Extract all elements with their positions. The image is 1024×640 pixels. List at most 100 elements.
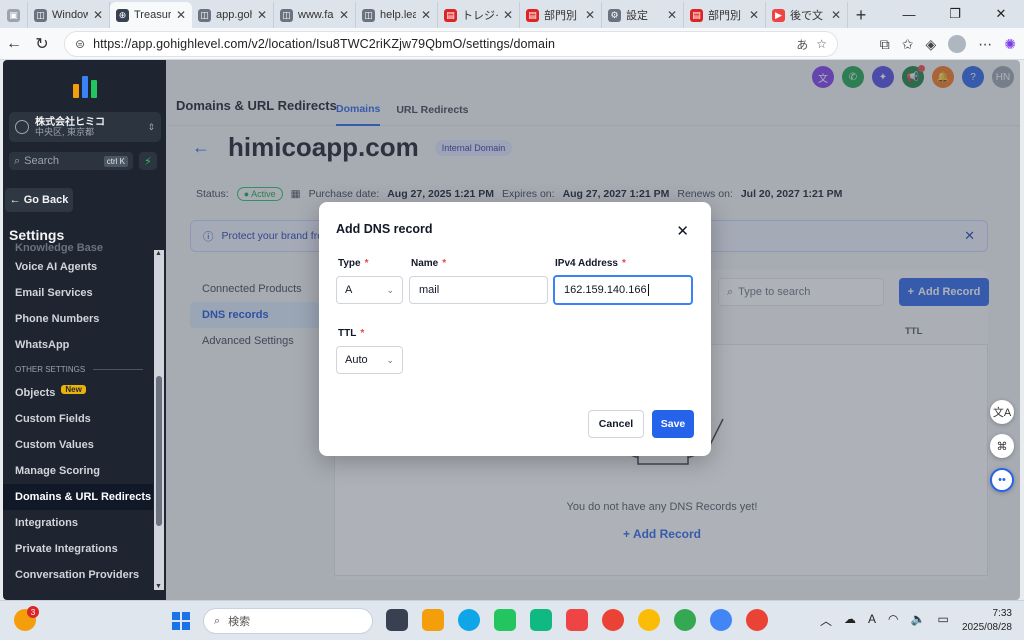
favorite-star-icon[interactable]: ☆ (816, 37, 827, 51)
quick-actions-icon[interactable]: ⚡ (139, 152, 157, 170)
collections-icon[interactable]: ◈ (925, 36, 936, 53)
chrome-profile-icon[interactable] (638, 609, 660, 631)
taskbar-search[interactable]: ⌕ 検索 (203, 608, 373, 634)
chrome-profile-icon[interactable] (710, 609, 732, 631)
restore-icon[interactable]: ❐ (932, 0, 978, 28)
sidebar-search[interactable]: ⌕ Search ctrl K (9, 152, 133, 170)
browser-tab[interactable]: ⊕ Treasure ✕ (110, 2, 192, 28)
tab-close-icon[interactable]: ✕ (585, 8, 595, 22)
tab-close-icon[interactable]: ✕ (667, 8, 677, 22)
chrome-profile-icon[interactable] (674, 609, 696, 631)
translate-icon[interactable]: 文A (990, 400, 1014, 424)
extensions-icon[interactable]: ⧉ (880, 36, 890, 53)
scroll-down-icon[interactable]: ▼ (155, 583, 162, 590)
minimize-icon[interactable]: — (886, 0, 932, 28)
sidebar-item[interactable]: Custom Values (3, 432, 153, 458)
sidebar-item[interactable]: Custom Fields (3, 406, 153, 432)
clock[interactable]: 7:33 2025/08/28 (962, 607, 1012, 635)
pdf-icon: ▤ (690, 8, 703, 22)
tab-close-icon[interactable]: ✕ (257, 8, 267, 22)
youtube-icon: ▶ (772, 8, 785, 22)
sidebar-item[interactable]: Phone Numbers (3, 306, 153, 332)
sidebar-scrollbar[interactable]: ▲ ▼ (154, 250, 164, 590)
name-input[interactable]: mail (409, 276, 548, 304)
task-view-icon[interactable] (386, 609, 408, 631)
sidebar-item[interactable]: WhatsApp (3, 332, 153, 358)
address-bar[interactable]: ⊜ https://app.gohighlevel.com/v2/locatio… (64, 31, 838, 57)
start-button[interactable] (172, 612, 190, 630)
sidebar-item[interactable]: Voice AI Agents (3, 254, 153, 280)
browser-tab[interactable]: ▤ 部門別 ✕ (684, 2, 766, 28)
new-tab-icon[interactable]: + (848, 2, 874, 28)
sidebar-item[interactable]: Integrations (3, 510, 153, 536)
scroll-up-icon[interactable]: ▲ (155, 250, 162, 257)
apps-icon[interactable]: ⌘ (990, 434, 1014, 458)
sidebar-item[interactable]: Knowledge Base (3, 238, 153, 254)
sidebar-item[interactable]: Manage Scoring (3, 458, 153, 484)
browser-tab[interactable]: ▤ トレジャ ✕ (438, 2, 520, 28)
sidebar-item[interactable]: Private Integrations (3, 536, 153, 562)
cancel-button[interactable]: Cancel (588, 410, 644, 438)
profile-avatar[interactable] (948, 35, 967, 53)
more-icon[interactable]: ⋯ (978, 36, 992, 53)
edge-icon[interactable] (458, 609, 480, 631)
window-controls: — ❐ ✕ (886, 0, 1024, 28)
taskbar-search-placeholder: 検索 (228, 616, 251, 628)
tab-label: 設定 (626, 10, 648, 22)
browser-tab[interactable]: ◫ app.goh ✕ (192, 2, 274, 28)
copilot-icon[interactable]: ✺ (1004, 36, 1016, 53)
save-button[interactable]: Save (652, 410, 694, 438)
browser-tab[interactable]: ▶ 後で文 ✕ (766, 2, 848, 28)
site-info-icon[interactable]: ⊜ (75, 37, 85, 51)
browser-tab[interactable]: ◫ www.fa ✕ (274, 2, 356, 28)
scrollbar-thumb[interactable] (156, 376, 162, 526)
browser-tab[interactable]: ▤ 部門別 ✕ (520, 2, 602, 28)
sidebar-item[interactable]: Conversation Providers (3, 562, 153, 588)
battery-icon[interactable]: ▭ (937, 612, 948, 629)
modal-overlay[interactable]: Add DNS record ✕ Type * A ⌄ Name * mail IP… (166, 60, 1020, 600)
type-select[interactable]: A ⌄ (336, 276, 403, 304)
sidebar-item[interactable]: Objects New (3, 380, 153, 406)
youtube-icon[interactable] (566, 609, 588, 631)
tab-close-icon[interactable]: ✕ (831, 8, 841, 22)
close-window-icon[interactable]: ✕ (978, 0, 1024, 28)
tab-close-icon[interactable]: ✕ (749, 8, 759, 22)
cloud-icon[interactable]: ☁ (844, 612, 856, 629)
browser-tab[interactable]: ▣ (0, 2, 28, 28)
read-aloud-icon[interactable]: あ (796, 36, 808, 53)
tab-close-icon[interactable]: ✕ (503, 8, 513, 22)
chrome-icon[interactable] (602, 609, 624, 631)
reload-icon[interactable]: ↻ (28, 30, 56, 58)
ttl-select[interactable]: Auto ⌄ (336, 346, 403, 374)
volume-icon[interactable]: 🔈 (911, 612, 926, 629)
sidebar-item[interactable]: Email Services (3, 280, 153, 306)
file-explorer-icon[interactable] (422, 609, 444, 631)
ipv4-address-input[interactable]: 162.159.140.166 (553, 275, 693, 305)
ip-label-text: IPv4 Address (555, 258, 618, 269)
chrome-profile-icon[interactable] (746, 609, 768, 631)
tab-close-icon[interactable]: ✕ (339, 8, 349, 22)
sidebar-item[interactable]: Domains & URL Redirects (3, 484, 153, 510)
line-icon[interactable] (494, 609, 516, 631)
browser-tab[interactable]: ◫ help.lea ✕ (356, 2, 438, 28)
name-field-label: Name * (411, 258, 446, 269)
go-back-button[interactable]: ← Go Back (5, 188, 73, 212)
favorites-icon[interactable]: ✩ (902, 36, 914, 53)
ime-indicator[interactable]: A (868, 612, 876, 629)
tab-close-icon[interactable]: ✕ (93, 8, 103, 22)
tab-close-icon[interactable]: ✕ (421, 8, 431, 22)
sidebar-item-label: Voice AI Agents (15, 261, 98, 273)
maps-icon[interactable] (530, 609, 552, 631)
wifi-icon[interactable]: ◠ (888, 612, 898, 629)
account-switcher[interactable]: 株式会社ヒミコ 中央区, 東京都 ⇕ (9, 112, 161, 142)
assistant-bot-icon[interactable]: •• (990, 468, 1014, 492)
required-mark: * (622, 258, 626, 269)
tab-close-icon[interactable]: ✕ (176, 8, 186, 22)
close-icon[interactable]: ✕ (676, 222, 689, 240)
browser-tab[interactable]: ◫ Window ✕ (28, 2, 110, 28)
browser-tab[interactable]: ⚙ 設定 ✕ (602, 2, 684, 28)
weather-icon[interactable]: 3 (14, 606, 39, 631)
back-icon[interactable]: ← (0, 30, 28, 58)
add-dns-record-modal: Add DNS record ✕ Type * A ⌄ Name * mail IP… (319, 202, 711, 456)
chevron-up-icon[interactable]: ︿ (820, 612, 832, 629)
